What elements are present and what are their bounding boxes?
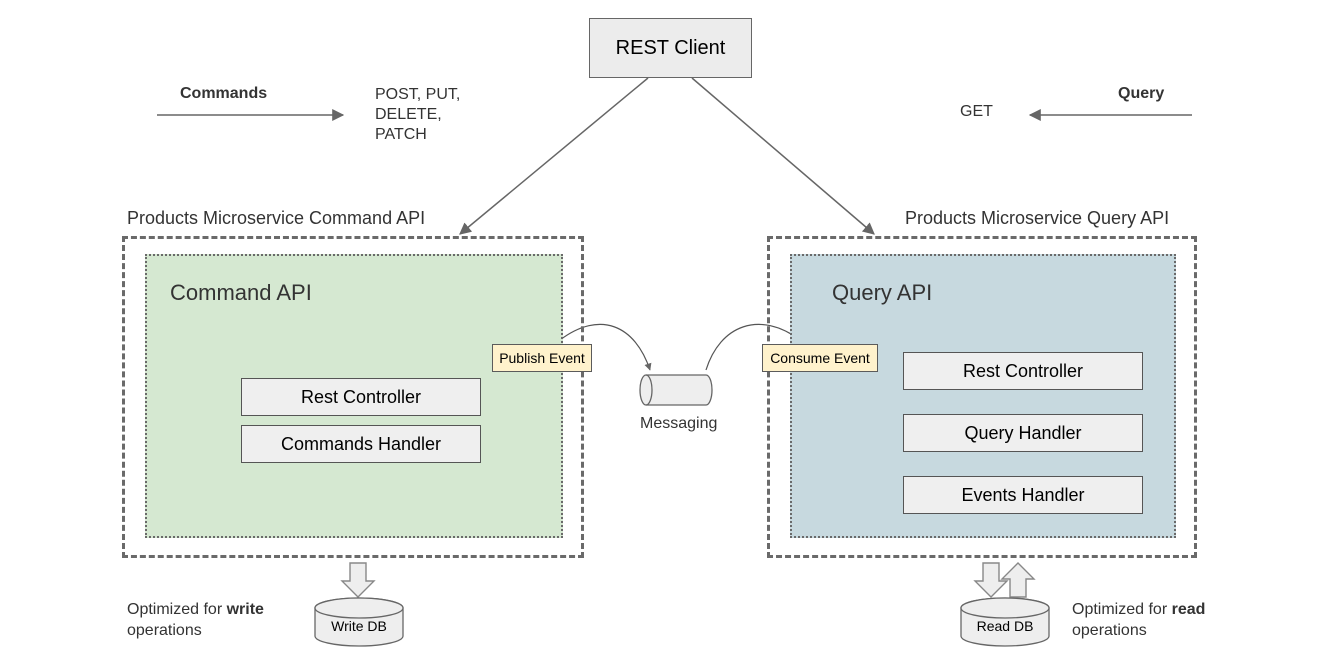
query-inner-title: Query API: [832, 280, 932, 306]
events-handler-label: Events Handler: [961, 485, 1084, 506]
messaging-label: Messaging: [640, 415, 717, 433]
read-opt-caption: Optimized for read operations: [1072, 600, 1205, 642]
messaging-cylinder: [640, 375, 712, 405]
qry-rest-controller-label: Rest Controller: [963, 361, 1083, 382]
cmd-rest-controller-label: Rest Controller: [301, 387, 421, 408]
commands-handler-label: Commands Handler: [281, 434, 441, 455]
query-label: Query: [1118, 85, 1164, 103]
write-opt-prefix: Optimized for: [127, 601, 227, 618]
command-outer-title: Products Microservice Command API: [127, 208, 425, 229]
query-method: GET: [960, 103, 993, 121]
write-opt-bold: write: [227, 601, 264, 618]
rest-client-label: REST Client: [616, 37, 726, 60]
query-handler-box: Query Handler: [903, 414, 1143, 452]
publish-event-text: Publish Event: [499, 350, 585, 366]
query-outer-title: Products Microservice Query API: [905, 208, 1169, 229]
consume-event-text: Consume Event: [770, 350, 870, 366]
write-db-label: Write DB: [315, 618, 403, 634]
commands-label: Commands: [180, 85, 267, 103]
events-handler-box: Events Handler: [903, 476, 1143, 514]
write-db-down-arrow: [342, 563, 374, 597]
consume-event-label: Consume Event: [762, 344, 878, 372]
read-opt-bold: read: [1172, 601, 1206, 618]
write-opt-suffix: operations: [127, 622, 202, 639]
read-db-label: Read DB: [961, 618, 1049, 634]
read-opt-prefix: Optimized for: [1072, 601, 1172, 618]
write-opt-caption: Optimized for write operations: [127, 600, 264, 642]
qry-rest-controller-box: Rest Controller: [903, 352, 1143, 390]
rest-client-box: REST Client: [589, 18, 752, 78]
command-inner-title: Command API: [170, 280, 312, 306]
rest-to-command-arrow: [460, 78, 648, 234]
commands-methods: POST, PUT, DELETE, PATCH: [375, 85, 460, 145]
rest-to-query-arrow: [692, 78, 874, 234]
commands-handler-box: Commands Handler: [241, 425, 481, 463]
read-db-up-arrow: [1002, 563, 1034, 597]
query-handler-label: Query Handler: [964, 423, 1081, 444]
publish-event-label: Publish Event: [492, 344, 592, 372]
read-db-down-arrow: [975, 563, 1007, 597]
cmd-rest-controller-box: Rest Controller: [241, 378, 481, 416]
read-opt-suffix: operations: [1072, 622, 1147, 639]
